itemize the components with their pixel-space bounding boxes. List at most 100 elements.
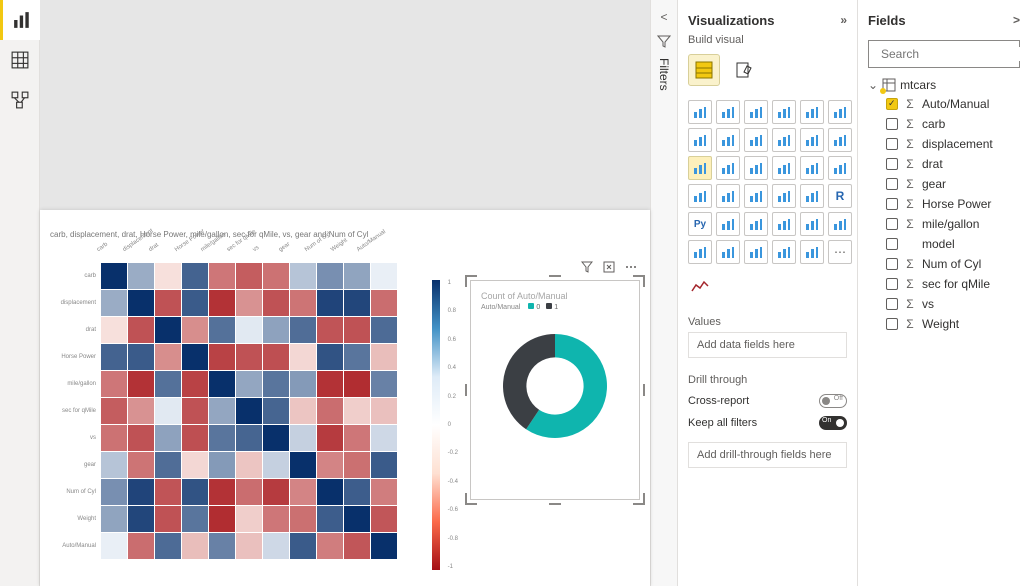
field-checkbox[interactable]: [886, 98, 898, 110]
field-checkbox[interactable]: [886, 138, 898, 150]
field-mile-gallon[interactable]: Σ mile/gallon: [868, 214, 1020, 234]
viz-type-stacked-bar[interactable]: [688, 100, 712, 124]
field-checkbox[interactable]: [886, 258, 898, 270]
viz-type-donut[interactable]: [688, 156, 712, 180]
field-checkbox[interactable]: [886, 238, 898, 250]
keep-filters-toggle[interactable]: On: [819, 416, 847, 430]
viz-type-key-influencers[interactable]: [716, 212, 740, 236]
filters-pane-collapsed[interactable]: < Filters: [650, 0, 678, 586]
drillthrough-dropzone[interactable]: Add drill-through fields here: [688, 442, 847, 468]
field-vs[interactable]: Σ vs: [868, 294, 1020, 314]
heatmap-cell: [344, 290, 370, 316]
viz-type-py-visual[interactable]: Py: [688, 212, 712, 236]
report-page[interactable]: carb, displacement, drat, Horse Power, m…: [40, 210, 650, 586]
viz-type-treemap[interactable]: [716, 156, 740, 180]
build-visual-tab[interactable]: [688, 54, 720, 86]
viz-type-area[interactable]: [828, 100, 852, 124]
field-gear[interactable]: Σ gear: [868, 174, 1020, 194]
viz-type-funnel[interactable]: [772, 128, 796, 152]
viz-type-scatter[interactable]: [800, 128, 824, 152]
viz-type-r-visual[interactable]: R: [828, 184, 852, 208]
data-view-button[interactable]: [0, 40, 40, 80]
viz-type-custom2[interactable]: [800, 240, 824, 264]
viz-type-kpi[interactable]: [716, 184, 740, 208]
field-num-of-cyl[interactable]: Σ Num of Cyl: [868, 254, 1020, 274]
field-label: gear: [922, 177, 946, 191]
field-auto-manual[interactable]: Σ Auto/Manual: [868, 94, 1020, 114]
heatmap-visual[interactable]: carb, displacement, drat, Horse Power, m…: [50, 230, 440, 559]
viz-type-qa[interactable]: [772, 212, 796, 236]
field-displacement[interactable]: Σ displacement: [868, 134, 1020, 154]
field-checkbox[interactable]: [886, 118, 898, 130]
resize-handle[interactable]: [465, 493, 477, 505]
resize-handle[interactable]: [465, 275, 477, 287]
field-checkbox[interactable]: [886, 178, 898, 190]
field-sec-for-qmile[interactable]: Σ sec for qMile: [868, 274, 1020, 294]
expand-filters-icon[interactable]: <: [660, 10, 667, 24]
viz-type-filled-map[interactable]: [772, 156, 796, 180]
resize-handle[interactable]: [633, 275, 645, 287]
viz-type-pie[interactable]: [828, 128, 852, 152]
get-more-visuals-button[interactable]: [688, 274, 712, 298]
collapse-viz-icon[interactable]: »: [840, 13, 847, 27]
field-horse-power[interactable]: Σ Horse Power: [868, 194, 1020, 214]
field-checkbox[interactable]: [886, 198, 898, 210]
field-carb[interactable]: Σ carb: [868, 114, 1020, 134]
report-view-button[interactable]: [0, 0, 40, 40]
viz-type-clustered-bar[interactable]: [716, 100, 740, 124]
resize-handle[interactable]: [549, 493, 561, 505]
heatmap-cell: [344, 398, 370, 424]
field-checkbox[interactable]: [886, 318, 898, 330]
fields id-search-input[interactable]: [881, 47, 1030, 61]
viz-type-map[interactable]: [744, 156, 768, 180]
viz-type-power-apps[interactable]: [716, 240, 740, 264]
heatmap-cell: [101, 533, 127, 559]
field-model[interactable]: model: [868, 234, 1020, 254]
fields-title: Fields: [868, 13, 906, 28]
resize-handle[interactable]: [633, 493, 645, 505]
viz-type-ribbon[interactable]: [716, 128, 740, 152]
viz-type-line-stacked[interactable]: [688, 128, 712, 152]
filter-icon[interactable]: [579, 259, 595, 275]
resize-handle[interactable]: [633, 384, 645, 396]
viz-type-slicer[interactable]: [744, 184, 768, 208]
fields-pane: Fields > ⌄ mtcars Σ Auto/Manual Σ carb Σ…: [858, 0, 1030, 586]
chevron-down-icon[interactable]: ⌄: [868, 78, 878, 92]
viz-type-gauge[interactable]: [800, 156, 824, 180]
viz-type-paginated[interactable]: [828, 212, 852, 236]
resize-handle[interactable]: [549, 275, 561, 287]
viz-type-multi-card[interactable]: [688, 184, 712, 208]
viz-type-smart-narrative[interactable]: [800, 212, 824, 236]
viz-type-clustered-column[interactable]: [772, 100, 796, 124]
viz-type-stacked-column[interactable]: [744, 100, 768, 124]
viz-type-waterfall[interactable]: [744, 128, 768, 152]
focus-mode-icon[interactable]: [601, 259, 617, 275]
heatmap-cell: [128, 398, 154, 424]
resize-handle[interactable]: [465, 384, 477, 396]
format-visual-tab[interactable]: [728, 54, 760, 86]
field-checkbox[interactable]: [886, 158, 898, 170]
viz-type-card[interactable]: [828, 156, 852, 180]
cross-report-toggle[interactable]: Off: [819, 394, 847, 408]
more-options-icon[interactable]: [623, 259, 639, 275]
field-checkbox[interactable]: [886, 278, 898, 290]
values-dropzone[interactable]: Add data fields here: [688, 332, 847, 358]
field-checkbox[interactable]: [886, 218, 898, 230]
viz-type-arcgis[interactable]: [688, 240, 712, 264]
fields-table-mtcars[interactable]: ⌄ mtcars: [868, 76, 1020, 94]
field-drat[interactable]: Σ drat: [868, 154, 1020, 174]
viz-type-power-automate[interactable]: [744, 240, 768, 264]
viz-type-line[interactable]: [800, 100, 824, 124]
viz-type-more[interactable]: ⋯: [828, 240, 852, 264]
field-weight[interactable]: Σ Weight: [868, 314, 1020, 334]
viz-type-decomposition[interactable]: [744, 212, 768, 236]
fields-search-box[interactable]: [868, 40, 1020, 68]
viz-type-table[interactable]: [772, 184, 796, 208]
viz-type-matrix[interactable]: [800, 184, 824, 208]
model-view-button[interactable]: [0, 80, 40, 120]
viz-type-custom1[interactable]: [772, 240, 796, 264]
donut-chart-visual[interactable]: Count of Auto/Manual Auto/Manual 01: [470, 280, 640, 500]
collapse-fields-icon[interactable]: >: [1013, 13, 1020, 27]
heatmap-cell: [317, 479, 343, 505]
field-checkbox[interactable]: [886, 298, 898, 310]
